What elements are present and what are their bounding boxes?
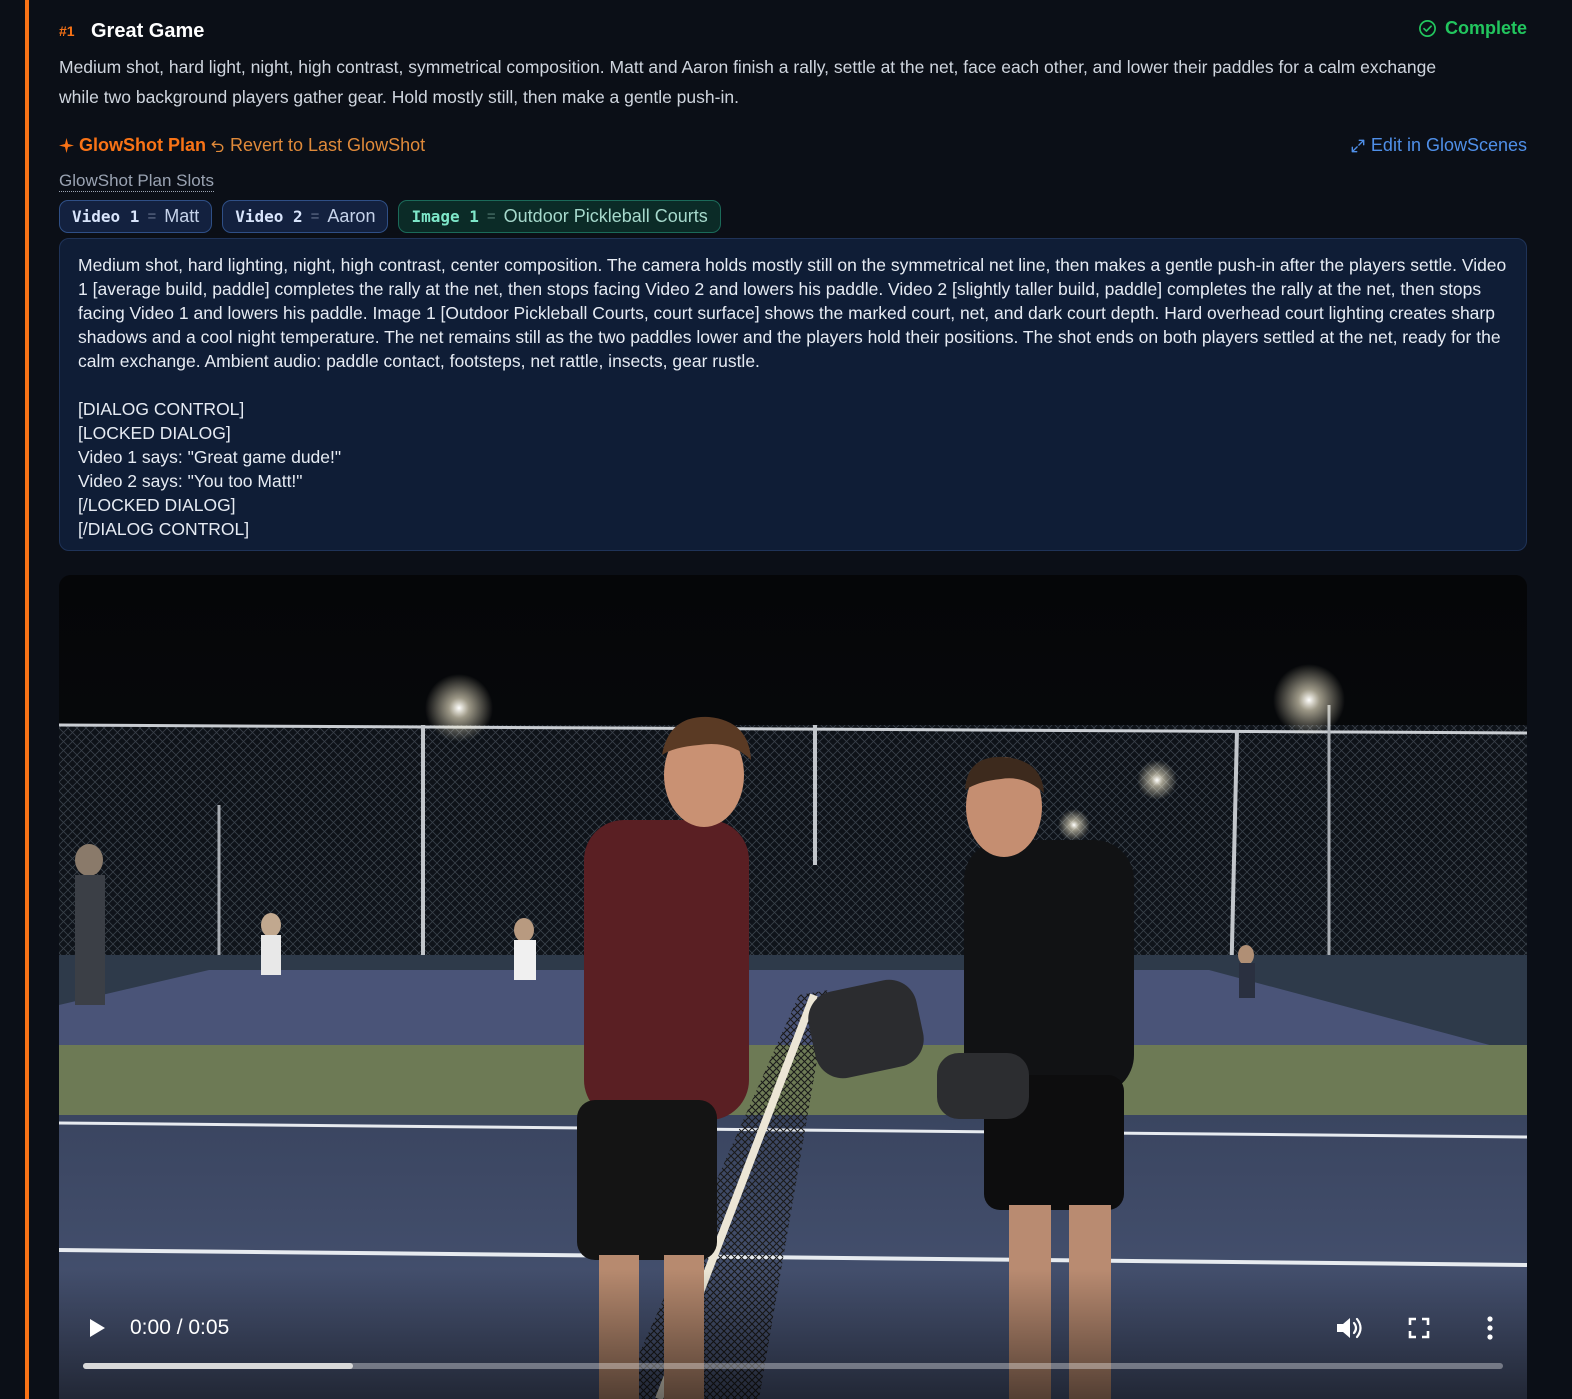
play-icon[interactable] [85,1315,109,1341]
slot-key: Video 2 [235,207,303,226]
edit-link-label: Edit in GlowScenes [1370,135,1527,155]
slot-chip-image-1[interactable]: Image 1 = Outdoor Pickleball Courts [398,200,721,233]
check-circle-icon [1419,20,1436,37]
slot-value: Outdoor Pickleball Courts [503,206,708,226]
edit-in-glowscenes-link[interactable]: Edit in GlowScenes [1351,135,1527,156]
controls-overlay [59,1269,1527,1399]
slot-equals: = [310,208,320,225]
more-vertical-icon[interactable] [1483,1315,1497,1341]
prompt-body: Medium shot, hard lighting, night, high … [78,255,1507,371]
slot-chip-video-1[interactable]: Video 1 = Matt [59,200,213,233]
shot-number: #1 [59,23,75,39]
prompt-spacer [78,373,1508,397]
slot-equals: = [486,208,496,225]
slot-key: Video 1 [72,207,140,226]
glowshot-plan-label: GlowShot Plan [59,135,206,156]
plan-slots-label[interactable]: GlowShot Plan Slots [59,171,214,192]
glowshot-plan-text: GlowShot Plan [79,135,207,155]
prompt-text-box[interactable]: Medium shot, hard lighting, night, high … [59,238,1527,551]
dialog-line: [/DIALOG CONTROL] [78,519,250,539]
dialog-line: [/LOCKED DIALOG] [78,495,236,515]
page: #1 Great Game Complete Medium shot, hard… [0,0,1572,1399]
revert-button-label: Revert to Last GlowShot [230,135,426,155]
slot-chip-video-2[interactable]: Video 2 = Aaron [222,200,389,233]
slot-value: Matt [164,206,200,226]
status-badge: Complete [1418,18,1527,39]
revert-button[interactable]: Revert to Last GlowShot [211,135,425,156]
sparkle-icon [59,138,74,153]
shot-header: #1 Great Game Complete [59,18,1527,46]
shot-title: Great Game [91,20,205,42]
plan-toolbar: GlowShot Plan Revert to Last GlowShot Ed… [59,134,1527,160]
shot-summary: Medium shot, hard light, night, high con… [59,57,1437,107]
expand-icon [1351,139,1365,152]
video-player[interactable]: 0:00 / 0:05 [59,575,1527,1399]
volume-icon[interactable] [1334,1314,1364,1342]
status-label: Complete [1444,18,1527,38]
dialog-line: [LOCKED DIALOG] [78,423,231,443]
seek-progress [83,1363,353,1369]
dialog-line: [DIALOG CONTROL] [78,399,245,419]
shot-accent-bar [25,0,29,1399]
time-display: 0:00 / 0:05 [130,1316,230,1339]
slot-chips: Video 1 = Matt Video 2 = Aaron Image 1 =… [59,200,721,233]
seek-bar[interactable] [83,1363,1503,1369]
slot-equals: = [147,208,157,225]
slot-key: Image 1 [411,207,479,226]
dialog-line: Video 2 says: "You too Matt!" [78,471,303,491]
undo-icon [211,140,224,152]
slot-value: Aaron [327,206,376,226]
fullscreen-icon[interactable] [1408,1317,1430,1339]
dialog-line: Video 1 says: "Great game dude!" [78,447,342,467]
